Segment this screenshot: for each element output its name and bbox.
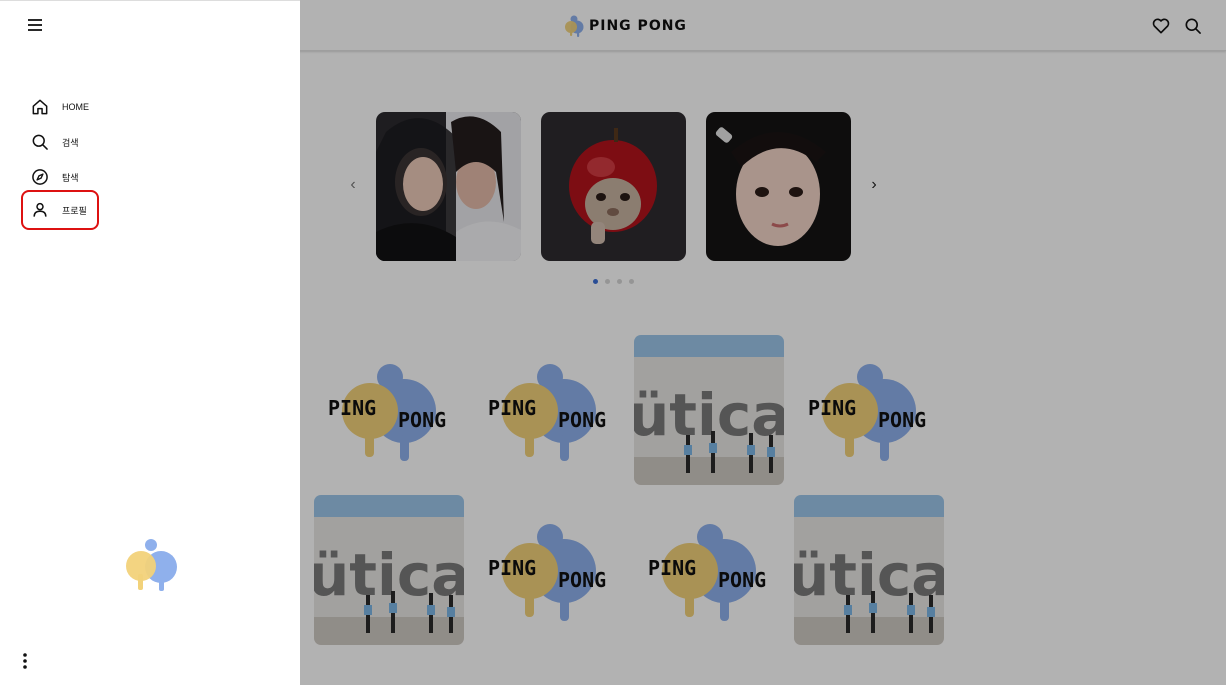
user-icon [33,202,47,217]
nav-item-profile[interactable]: 프로필 [21,190,99,230]
hamburger-menu-icon[interactable] [25,15,45,35]
home-icon [32,99,48,115]
search-icon [32,134,48,150]
nav-item-label: HOME [62,102,89,112]
compass-icon [32,169,48,185]
pingpong-logo-icon [126,539,177,591]
nav-item-search[interactable]: 검색 [23,122,97,162]
nav-item-label: 탐색 [62,172,79,183]
nav-item-home[interactable]: HOME [23,87,97,127]
nav-item-label: 검색 [62,137,79,148]
side-drawer: HOME 검색 탐색 프로필 [0,0,300,685]
more-vertical-icon[interactable] [18,651,32,671]
drawer-backdrop[interactable] [300,0,1226,685]
nav-item-label: 프로필 [62,205,87,216]
